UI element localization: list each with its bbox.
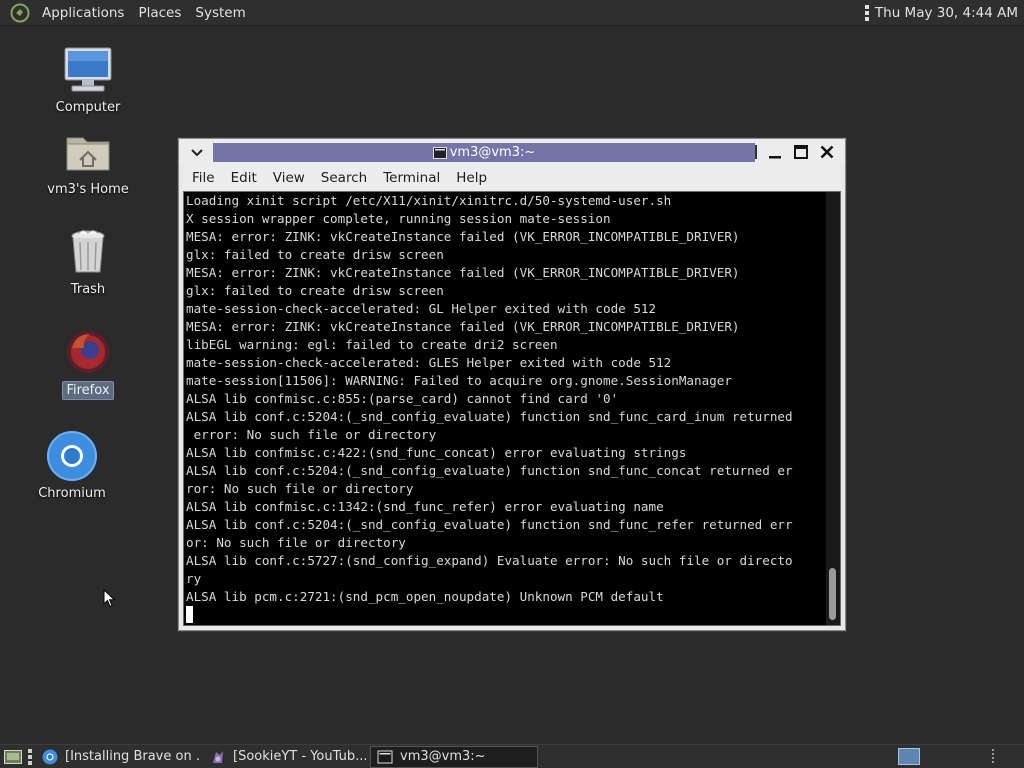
terminal-screen[interactable]: Loading xinit script /etc/X11/xinit/xini…	[183, 191, 841, 626]
terminal-line: ALSA lib confmisc.c:855:(parse_card) can…	[186, 391, 619, 406]
minimize-icon	[769, 156, 781, 159]
terminal-line: MESA: error: ZINK: vkCreateInstance fail…	[186, 229, 740, 244]
terminal-prompt-line[interactable]	[186, 606, 828, 624]
terminal-line: ry	[186, 571, 202, 586]
terminal-line: ALSA lib conf.c:5727:(snd_config_expand)…	[186, 553, 793, 568]
terminal-line: ALSA lib confmisc.c:422:(snd_func_concat…	[186, 445, 687, 460]
terminal-line: MESA: error: ZINK: vkCreateInstance fail…	[186, 319, 740, 334]
close-icon	[820, 145, 834, 159]
workspace-switcher[interactable]	[898, 748, 920, 765]
chromium-icon	[42, 749, 58, 764]
terminal-line: Loading xinit script /etc/X11/xinit/xini…	[186, 193, 672, 208]
menu-file[interactable]: File	[183, 166, 222, 191]
menu-view[interactable]: View	[264, 166, 312, 191]
desktop-icon-home[interactable]: vm3's Home	[38, 126, 138, 198]
terminal-line: or: No such file or directory	[186, 535, 406, 550]
menu-search[interactable]: Search	[312, 166, 374, 191]
desktop-icon-label: Computer	[55, 100, 121, 115]
menu-help[interactable]: Help	[447, 166, 494, 191]
terminal-line: X session wrapper complete, running sess…	[186, 211, 611, 226]
computer-icon	[64, 47, 112, 92]
chevron-down-icon	[191, 148, 203, 156]
terminal-scrollbar[interactable]	[826, 192, 840, 625]
desktop-icon-label: Firefox	[62, 381, 114, 400]
terminal-icon	[377, 750, 393, 763]
window-menu-button[interactable]	[184, 140, 210, 166]
terminal-line: ALSA lib confmisc.c:1342:(snd_func_refer…	[186, 499, 664, 514]
bottom-panel: [Installing Brave on ... [SookieYT - You…	[0, 744, 1024, 768]
desktop-icon-chromium[interactable]: Chromium	[22, 430, 122, 502]
terminal-menubar: File Edit View Search Terminal Help	[183, 166, 841, 191]
window-title[interactable]: vm3@vm3:~	[213, 143, 755, 162]
taskbar-item-brave[interactable]: [Installing Brave on ...	[36, 746, 200, 768]
taskbar-item-youtube[interactable]: [SookieYT - YouTub...	[204, 746, 366, 768]
maximize-icon	[794, 145, 808, 159]
top-panel: Applications Places System Thu May 30, 4…	[0, 0, 1024, 26]
desktop-icon-label: vm3's Home	[47, 182, 129, 197]
terminal-line: mate-session-check-accelerated: GLES Hel…	[186, 355, 672, 370]
text-cursor	[186, 606, 193, 623]
show-desktop-button[interactable]	[2, 747, 24, 767]
show-desktop-icon	[4, 749, 22, 764]
places-menu[interactable]: Places	[131, 0, 188, 26]
home-folder-icon	[66, 137, 110, 171]
taskbar-handle-icon[interactable]	[28, 748, 32, 765]
terminal-line: ALSA lib conf.c:5204:(_snd_config_evalua…	[186, 409, 793, 424]
panel-handle-icon[interactable]	[864, 4, 869, 21]
mouse-pointer-icon	[103, 589, 116, 608]
taskbar-item-label: vm3@vm3:~	[400, 749, 486, 764]
terminal-line: libEGL warning: egl: failed to create dr…	[186, 337, 558, 352]
terminal-line: ALSA lib conf.c:5204:(_snd_config_evalua…	[186, 517, 793, 532]
desktop-icon-label: Trash	[70, 282, 106, 297]
titlebar-separator	[755, 145, 757, 159]
terminal-line: glx: failed to create drisw screen	[186, 283, 444, 298]
scrollbar-thumb[interactable]	[829, 568, 836, 620]
desktop-icon-trash[interactable]: Trash	[38, 226, 138, 298]
taskbar-item-terminal[interactable]: vm3@vm3:~	[370, 745, 538, 768]
window-controls	[755, 142, 837, 162]
terminal-line: error: No such file or directory	[186, 427, 437, 442]
trash-icon	[71, 230, 105, 273]
maximize-button[interactable]	[791, 142, 811, 162]
terminal-line: mate-session-check-accelerated: GL Helpe…	[186, 301, 657, 316]
panel-end-handle-icon[interactable]	[992, 749, 994, 763]
terminal-line: MESA: error: ZINK: vkCreateInstance fail…	[186, 265, 740, 280]
system-menu[interactable]: System	[188, 0, 252, 26]
mate-logo-icon[interactable]	[10, 3, 30, 23]
firefox-icon	[67, 331, 109, 373]
panel-right: Thu May 30, 4:44 AM	[864, 0, 1024, 26]
sookie-icon	[213, 750, 223, 763]
menu-edit[interactable]: Edit	[222, 166, 264, 191]
menu-terminal[interactable]: Terminal	[374, 166, 447, 191]
desktop-icon-firefox[interactable]: Firefox	[38, 326, 138, 400]
minimize-button[interactable]	[765, 142, 785, 162]
chromium-icon	[47, 431, 97, 481]
taskbar-item-label: [Installing Brave on ...	[65, 749, 200, 764]
taskbar-item-label: [SookieYT - YouTub...	[233, 749, 366, 764]
terminal-line: glx: failed to create drisw screen	[186, 247, 444, 262]
terminal-line: ALSA lib pcm.c:2721:(snd_pcm_open_noupda…	[186, 589, 664, 604]
terminal-window: vm3@vm3:~ File Edit View Search Terminal…	[178, 138, 846, 631]
terminal-line: ALSA lib conf.c:5204:(_snd_config_evalua…	[186, 463, 793, 478]
desktop-icon-label: Chromium	[38, 486, 106, 501]
terminal-line: ror: No such file or directory	[186, 481, 414, 496]
terminal-line: mate-session[11506]: WARNING: Failed to …	[186, 373, 732, 388]
terminal-output: Loading xinit script /etc/X11/xinit/xini…	[186, 192, 828, 624]
desktop-icon-computer[interactable]: Computer	[38, 44, 138, 116]
window-titlebar[interactable]: vm3@vm3:~	[179, 139, 845, 166]
window-title-text: vm3@vm3:~	[449, 145, 536, 160]
clock[interactable]: Thu May 30, 4:44 AM	[875, 5, 1018, 21]
terminal-icon	[432, 146, 447, 159]
applications-menu[interactable]: Applications	[35, 0, 131, 26]
close-button[interactable]	[817, 142, 837, 162]
